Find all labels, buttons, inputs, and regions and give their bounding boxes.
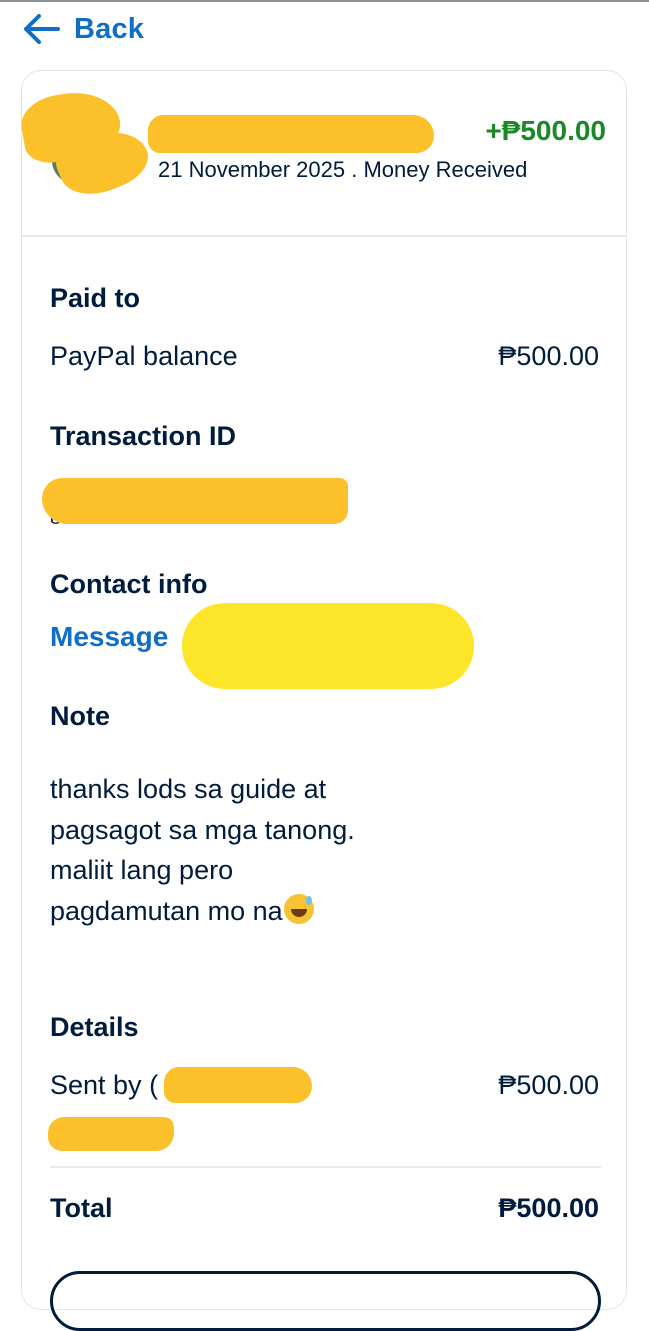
message-link[interactable]: Message <box>50 621 168 653</box>
back-button[interactable]: Back <box>22 12 144 46</box>
received-amount: +₱500.00 <box>485 115 606 146</box>
paid-to-amount: ₱500.00 <box>498 341 599 371</box>
total-amount: ₱500.00 <box>498 1193 599 1223</box>
arrow-left-icon <box>24 14 60 44</box>
transaction-card: +₱500.00 21 November 2025 . Money Receiv… <box>17 70 627 1331</box>
contact-info-title: Contact info <box>50 569 208 599</box>
transaction-date-status: 21 November 2025 . Money Received <box>158 157 528 182</box>
contact-redaction <box>182 603 474 689</box>
details-title: Details <box>50 1012 139 1042</box>
sent-by-label: Sent by ( <box>50 1070 158 1101</box>
grinning-sweat-emoji-icon <box>283 893 314 924</box>
action-button[interactable] <box>50 1271 601 1331</box>
sent-by-text: Sent by <box>50 1070 142 1100</box>
note-title: Note <box>50 701 110 731</box>
sender-redaction <box>48 1117 174 1151</box>
transaction-id-redaction <box>42 478 348 524</box>
divider <box>50 1166 601 1168</box>
back-label: Back <box>74 12 145 45</box>
details-amount: ₱500.00 <box>498 1070 599 1100</box>
paid-to-title: Paid to <box>50 283 141 313</box>
total-label: Total <box>50 1193 113 1223</box>
transaction-id-title: Transaction ID <box>50 421 237 451</box>
status-divider <box>0 0 649 2</box>
note-text: thanks lods sa guide at pagsagot sa mga … <box>50 769 370 931</box>
sent-by-name: ( <box>149 1070 159 1100</box>
transaction-header: +₱500.00 21 November 2025 . Money Receiv… <box>17 71 626 237</box>
sender-redaction <box>164 1067 312 1103</box>
paid-to-method: PayPal balance <box>50 341 238 371</box>
sender-name-redaction <box>148 115 434 153</box>
